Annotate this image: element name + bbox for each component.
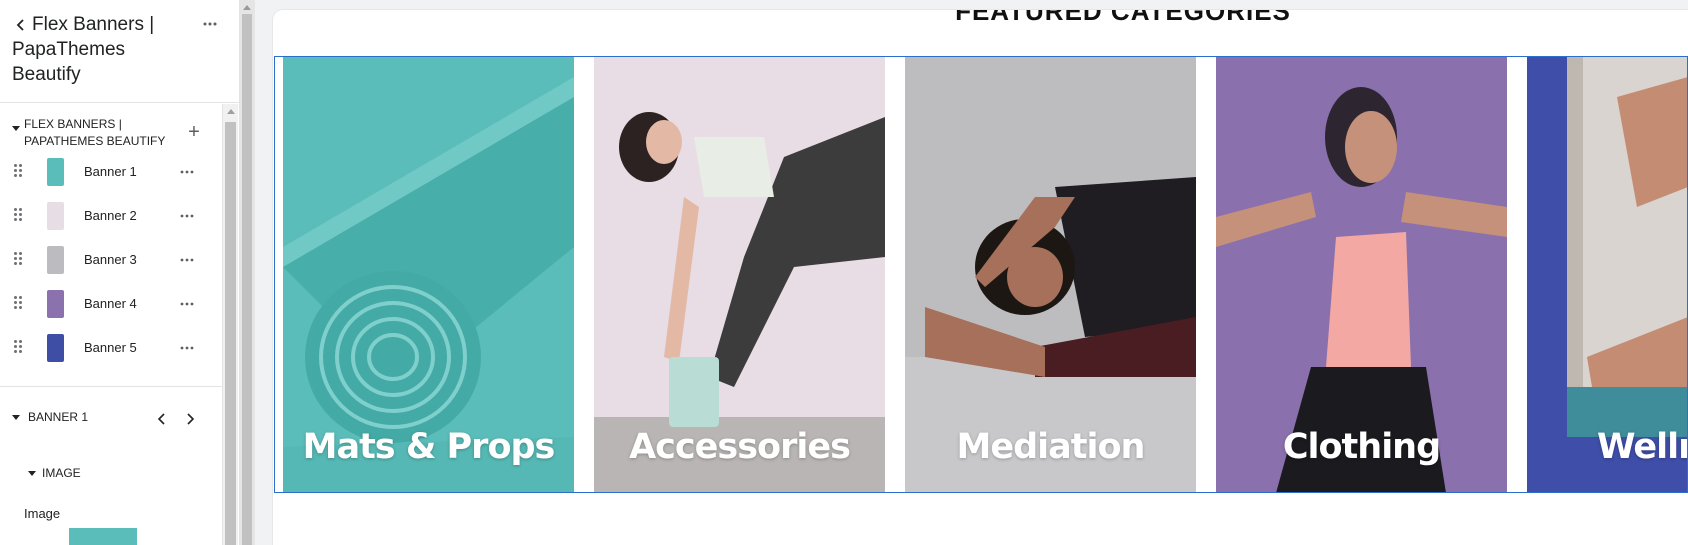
image-field-label: Image	[24, 506, 61, 521]
scrollbar-thumb[interactable]	[242, 14, 252, 545]
block-label: Banner 4	[84, 296, 137, 311]
section-group-header[interactable]: FLEX BANNERS | PAPATHEMES BEAUTIFY +	[12, 116, 217, 152]
scroll-up-arrow-icon[interactable]	[227, 109, 235, 114]
more-options-icon[interactable]	[178, 163, 196, 181]
drag-handle-icon[interactable]	[14, 296, 24, 310]
block-row-banner-4[interactable]: Banner 4	[0, 283, 222, 325]
more-options-icon[interactable]	[178, 207, 196, 225]
banner-thumbnail	[47, 246, 64, 274]
banner-thumbnail	[47, 334, 64, 362]
block-label: Banner 2	[84, 208, 137, 223]
next-block-chevron-icon[interactable]	[180, 409, 200, 429]
editor-sidebar: Flex Banners | PapaThemes Beautify FLEX …	[0, 0, 240, 545]
caret-down-icon	[28, 471, 36, 476]
section-name-title: Flex Banners | PapaThemes Beautify	[12, 14, 155, 85]
section-selection-outline	[274, 56, 1688, 493]
selected-block-header[interactable]: BANNER 1	[12, 404, 217, 434]
more-options-icon[interactable]	[178, 295, 196, 313]
image-subsection-title: IMAGE	[42, 466, 81, 480]
theme-preview-frame: FEATURED CATEGORIES Mats & Props Accesso…	[273, 10, 1688, 545]
drag-handle-icon[interactable]	[14, 340, 24, 354]
banner-thumbnail	[47, 202, 64, 230]
section-group-title: FLEX BANNERS | PAPATHEMES BEAUTIFY	[24, 117, 166, 148]
scroll-up-arrow-icon[interactable]	[243, 5, 251, 10]
drag-handle-icon[interactable]	[14, 208, 24, 222]
panel-scrollbar[interactable]	[240, 0, 255, 545]
selected-block-title: BANNER 1	[28, 410, 89, 424]
banner-thumbnail	[47, 158, 64, 186]
more-options-icon[interactable]	[200, 14, 220, 34]
image-subsection-header[interactable]: IMAGE	[28, 462, 188, 486]
caret-down-icon	[12, 126, 20, 131]
block-label: Banner 5	[84, 340, 137, 355]
more-options-icon[interactable]	[178, 251, 196, 269]
add-block-plus-icon[interactable]: +	[186, 122, 202, 142]
block-label: Banner 3	[84, 252, 137, 267]
sidebar-header: Flex Banners | PapaThemes Beautify	[0, 0, 239, 103]
scrollbar-thumb[interactable]	[225, 122, 236, 545]
sidebar-scroll-area: FLEX BANNERS | PAPATHEMES BEAUTIFY + Ban…	[0, 104, 222, 545]
block-label: Banner 1	[84, 164, 137, 179]
drag-handle-icon[interactable]	[14, 164, 24, 178]
sidebar-scrollbar[interactable]	[222, 104, 238, 545]
more-options-icon[interactable]	[178, 339, 196, 357]
previous-block-chevron-icon[interactable]	[152, 409, 172, 429]
section-divider	[0, 386, 222, 387]
drag-handle-icon[interactable]	[14, 252, 24, 266]
block-row-banner-2[interactable]: Banner 2	[0, 195, 222, 237]
image-picker-preview[interactable]	[69, 528, 137, 545]
featured-categories-heading: FEATURED CATEGORIES	[955, 10, 1291, 26]
banner-thumbnail	[47, 290, 64, 318]
caret-down-icon	[12, 415, 20, 420]
block-row-banner-5[interactable]: Banner 5	[0, 327, 222, 369]
block-row-banner-3[interactable]: Banner 3	[0, 239, 222, 281]
block-row-banner-1[interactable]: Banner 1	[0, 151, 222, 193]
